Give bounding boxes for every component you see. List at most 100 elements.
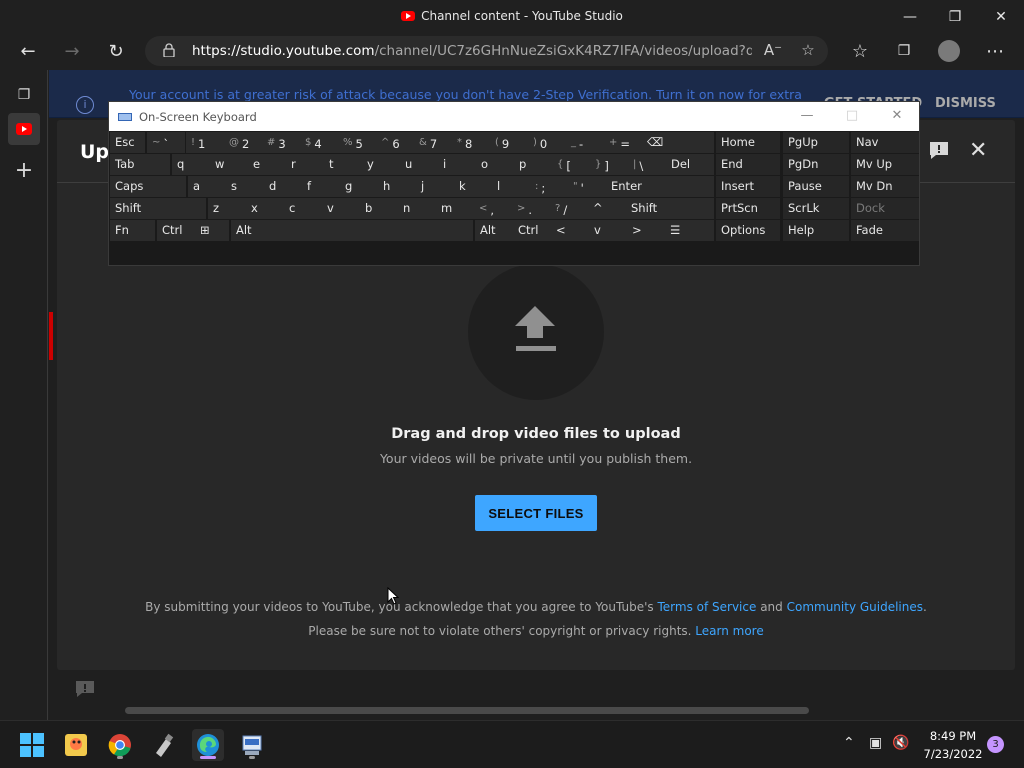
url-text[interactable]: https://studio.youtube.com/channel/UC7z6… [192,43,752,59]
osk-key[interactable]: Enter [606,176,714,197]
osk-key[interactable]: b [360,198,398,219]
osk-key[interactable]: l [492,176,530,197]
taskbar-app-onscreen-keyboard[interactable] [236,729,268,761]
osk-nav-key[interactable]: Insert [716,176,780,197]
osk-key[interactable]: k [454,176,492,197]
osk-key[interactable]: d [264,176,302,197]
osk-key[interactable]: Alt [231,220,269,241]
osk-maximize-button[interactable]: □ [842,108,862,123]
taskbar-app-edge[interactable] [192,729,224,761]
osk-nav-key[interactable]: End [716,154,780,175]
feedback-icon[interactable] [75,680,95,698]
osk-key[interactable]: ⌫ [642,132,714,153]
osk-key[interactable]: n [398,198,436,219]
tab-youtube-studio[interactable] [8,113,40,145]
osk-nav-key[interactable]: Home [716,132,780,153]
osk-key[interactable]: & 7 [414,132,452,153]
minimize-button[interactable]: — [887,0,933,33]
osk-key[interactable]: }] [590,154,628,175]
new-tab-button[interactable]: + [8,154,40,186]
feedback-icon[interactable] [928,140,950,160]
osk-minimize-button[interactable]: — [797,108,817,123]
osk-key[interactable]: Esc [110,132,145,153]
osk-key[interactable]: ? / [550,198,588,219]
osk-nav-key[interactable]: Mv Up [851,154,919,175]
osk-close-button[interactable]: ✕ [887,108,907,123]
volume-muted-icon[interactable]: 🔇 [892,735,909,751]
osk-nav-key[interactable]: PgDn [783,154,849,175]
osk-key[interactable]: >. [512,198,550,219]
collections-icon[interactable]: ❐ [889,37,919,65]
upload-drop-zone[interactable] [468,264,604,400]
osk-key[interactable]: ☰ [665,220,714,241]
osk-key[interactable]: _ - [566,132,604,153]
osk-key[interactable]: h [378,176,416,197]
osk-nav-key[interactable]: Help [783,220,849,241]
osk-nav-key[interactable]: Nav [851,132,919,153]
osk-key[interactable]: + = [604,132,642,153]
osk-key[interactable]: ) 0 [528,132,566,153]
osk-key[interactable]: ~ ` [147,132,185,153]
select-files-button[interactable]: SELECT FILES [475,495,597,531]
osk-key[interactable]: y [362,154,400,175]
close-dialog-icon[interactable]: ✕ [969,138,987,163]
community-guidelines-link[interactable]: Community Guidelines [787,600,923,614]
osk-key[interactable]: s [226,176,264,197]
osk-key[interactable]: {[ [552,154,590,175]
more-menu-icon[interactable]: ⋯ [980,37,1010,65]
osk-key[interactable]: Shift [110,198,206,219]
tab-actions-icon[interactable]: ❐ [8,79,40,111]
taskbar-app-usb[interactable] [148,729,180,761]
osk-key[interactable]: $4 [300,132,338,153]
osk-key[interactable]: #3 [262,132,300,153]
restore-button[interactable]: ❐ [932,0,978,33]
osk-key[interactable]: v [322,198,360,219]
osk-key[interactable]: j [416,176,454,197]
osk-key[interactable]: ^ [588,198,626,219]
horizontal-scrollbar[interactable] [125,707,809,714]
osk-key[interactable]: @2 [224,132,262,153]
osk-key[interactable]: Ctrl [513,220,551,241]
taskbar-app-paint[interactable] [60,729,92,761]
osk-key[interactable]: Del [666,154,714,175]
notification-badge[interactable]: 3 [987,736,1004,753]
osk-key[interactable]: > [627,220,665,241]
osk-nav-key[interactable]: Dock [851,198,919,219]
osk-key[interactable]: <, [474,198,512,219]
osk-key[interactable]: t [324,154,362,175]
show-hidden-icons[interactable]: ⌃ [843,735,855,751]
forward-button[interactable]: → [57,37,87,65]
osk-key[interactable]: | \ [628,154,666,175]
refresh-button[interactable]: ↻ [101,37,131,65]
osk-key[interactable]: ! 1 [186,132,224,153]
osk-key[interactable]: (9 [490,132,528,153]
read-aloud-icon[interactable]: A⁻ [762,41,784,61]
osk-key[interactable]: " ' [568,176,606,197]
osk-key[interactable]: f [302,176,340,197]
osk-key[interactable]: Tab [110,154,170,175]
start-button[interactable] [16,729,48,761]
osk-key[interactable]: p [514,154,552,175]
back-button[interactable]: ← [13,37,43,65]
osk-key[interactable]: q [172,154,210,175]
close-window-button[interactable]: ✕ [978,0,1024,33]
osk-key[interactable]: % 5 [338,132,376,153]
dismiss-button[interactable]: DISMISS [935,96,996,111]
osk-key[interactable]: ⊞ [195,220,229,241]
osk-key[interactable]: Caps [110,176,186,197]
terms-of-service-link[interactable]: Terms of Service [657,600,756,614]
osk-key[interactable]: :; [530,176,568,197]
osk-key[interactable]: z [208,198,246,219]
osk-key[interactable]: Fn [110,220,155,241]
network-icon[interactable]: ▣ [869,735,882,751]
osk-nav-key[interactable]: PrtScn [716,198,780,219]
osk-key[interactable]: Shift [626,198,714,219]
osk-nav-key[interactable]: ScrLk [783,198,849,219]
osk-nav-key[interactable]: Mv Dn [851,176,919,197]
clock[interactable]: 8:49 PM 7/23/2022 [918,727,988,763]
address-bar[interactable]: https://studio.youtube.com/channel/UC7z6… [145,36,828,66]
osk-key[interactable]: i [438,154,476,175]
osk-key[interactable] [269,220,473,241]
osk-nav-key[interactable]: Fade [851,220,919,241]
osk-key[interactable]: * 8 [452,132,490,153]
